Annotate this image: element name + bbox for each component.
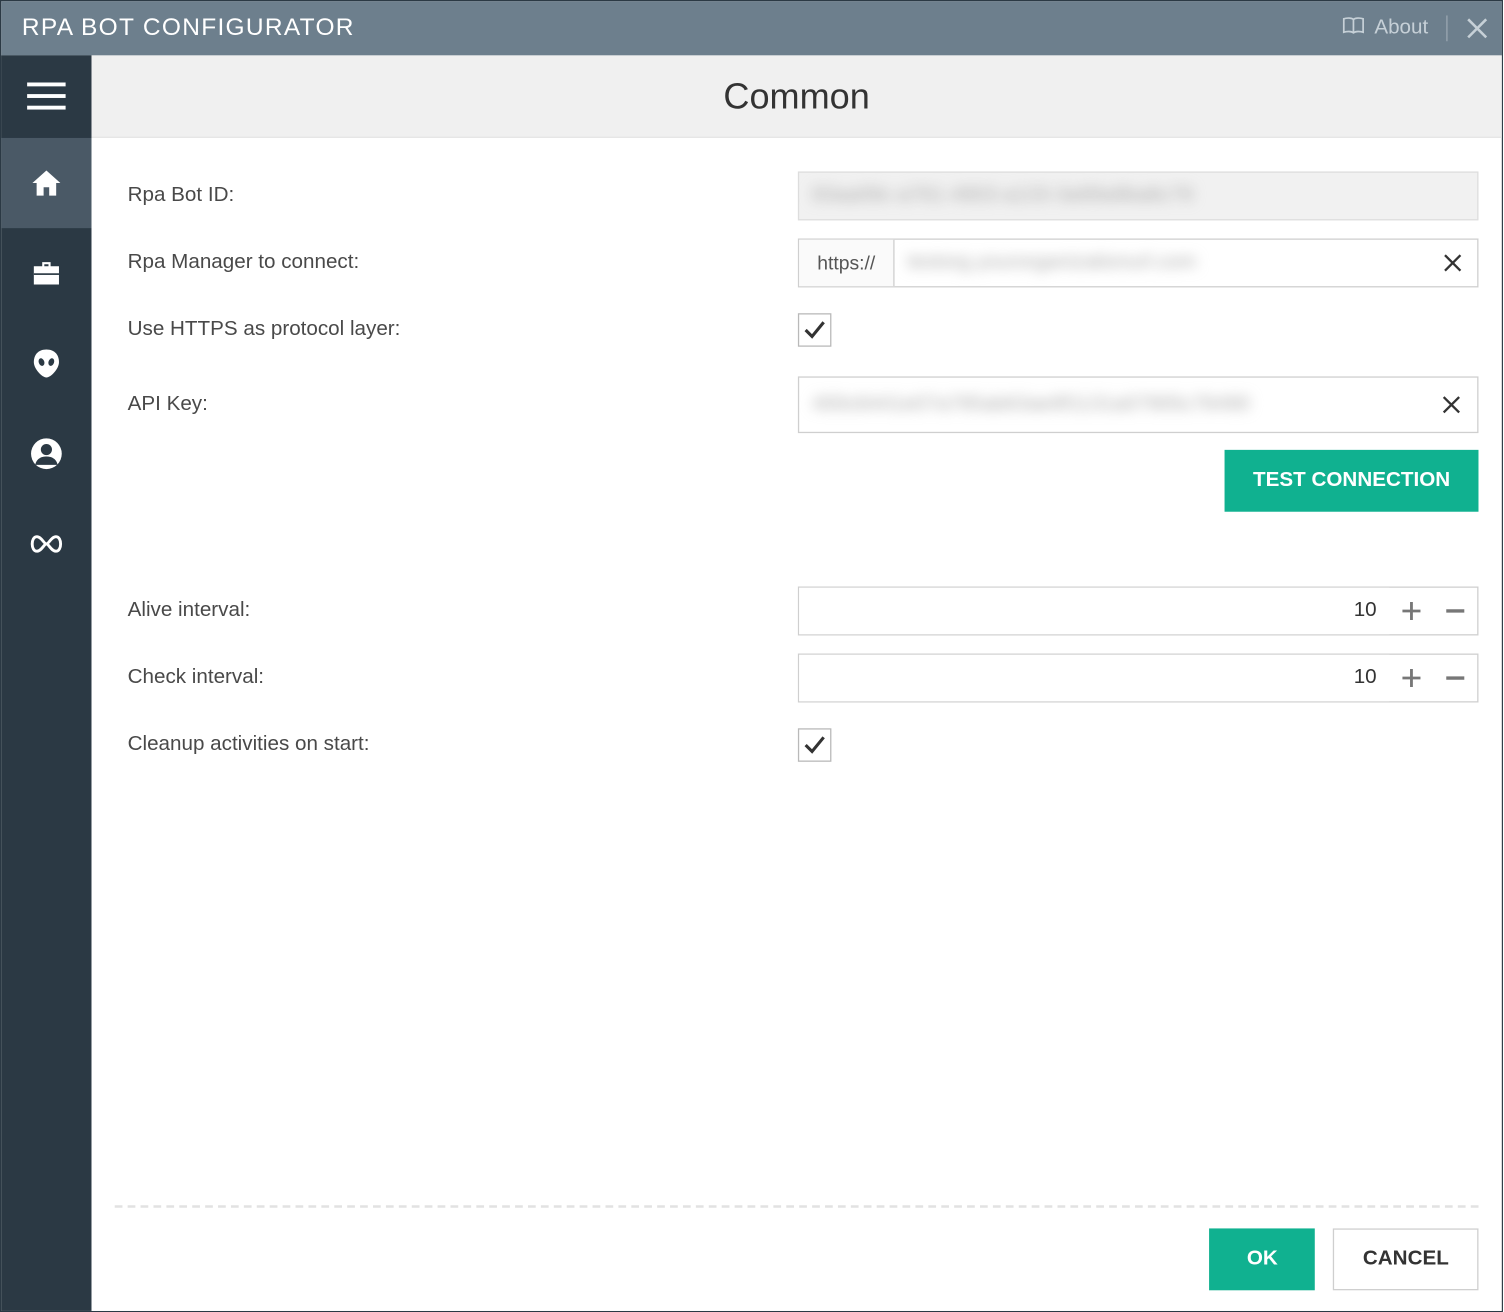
bot-id-field: 83aa09c-a761-4903-a133-3a99a9ba6c79 — [798, 171, 1479, 220]
check-icon — [803, 733, 826, 756]
infinity-icon — [27, 534, 66, 555]
https-checkbox[interactable] — [798, 313, 832, 347]
titlebar-separator — [1446, 15, 1447, 41]
page-title: Common — [723, 75, 869, 116]
footer: OK CANCEL — [92, 1208, 1502, 1311]
sidebar-item-user[interactable] — [1, 409, 91, 499]
user-icon — [30, 437, 64, 471]
sidebar-item-home[interactable] — [1, 138, 91, 228]
check-interval-decrement[interactable] — [1433, 655, 1477, 701]
manager-url-input[interactable]: testorg.yourorganizationurl.com — [895, 240, 1429, 286]
https-label: Use HTTPS as protocol layer: — [128, 318, 798, 341]
close-icon — [1442, 396, 1460, 414]
sidebar-item-alien[interactable] — [1, 318, 91, 408]
bot-id-value: 83aa09c-a761-4903-a133-3a99a9ba6c79 — [812, 184, 1193, 207]
hamburger-icon — [27, 82, 66, 110]
minus-icon — [1445, 601, 1466, 622]
about-label: About — [1374, 17, 1428, 40]
alive-interval-input[interactable] — [799, 588, 1389, 634]
app-title: RPA BOT CONFIGURATOR — [22, 14, 1341, 42]
page-header: Common — [92, 55, 1502, 137]
home-icon — [30, 166, 64, 200]
plus-icon — [1401, 668, 1422, 689]
sidebar-item-briefcase[interactable] — [1, 228, 91, 318]
alive-interval-label: Alive interval: — [128, 599, 798, 622]
close-button[interactable] — [1466, 17, 1489, 40]
sidebar — [1, 55, 91, 1310]
api-key-input[interactable]: 400c6441e07a785ab63ae9f1131a07905c76490 — [799, 378, 1425, 432]
bot-id-label: Rpa Bot ID: — [128, 184, 798, 207]
test-connection-button[interactable]: TEST CONNECTION — [1225, 450, 1479, 512]
menu-toggle-button[interactable] — [1, 55, 91, 137]
check-interval-label: Check interval: — [128, 666, 798, 689]
minus-icon — [1445, 668, 1466, 689]
manager-label: Rpa Manager to connect: — [128, 251, 798, 274]
about-button[interactable]: About — [1341, 14, 1428, 44]
titlebar: RPA BOT CONFIGURATOR About — [1, 1, 1501, 55]
alien-icon — [30, 347, 64, 381]
check-interval-input[interactable] — [799, 655, 1389, 701]
cleanup-label: Cleanup activities on start: — [128, 733, 798, 756]
cancel-button[interactable]: CANCEL — [1333, 1228, 1478, 1290]
book-icon — [1341, 14, 1367, 44]
alive-interval-decrement[interactable] — [1433, 588, 1477, 634]
api-key-clear-button[interactable] — [1426, 378, 1478, 432]
check-icon — [803, 318, 826, 341]
alive-interval-increment[interactable] — [1390, 588, 1434, 634]
briefcase-icon — [30, 257, 64, 291]
plus-icon — [1401, 601, 1422, 622]
sidebar-item-infinity[interactable] — [1, 499, 91, 589]
cleanup-checkbox[interactable] — [798, 728, 832, 762]
close-icon — [1444, 254, 1462, 272]
url-scheme-prefix: https:// — [799, 240, 894, 286]
api-key-label: API Key: — [128, 393, 798, 416]
ok-button[interactable]: OK — [1210, 1228, 1316, 1290]
manager-clear-button[interactable] — [1428, 240, 1477, 286]
check-interval-increment[interactable] — [1390, 655, 1434, 701]
